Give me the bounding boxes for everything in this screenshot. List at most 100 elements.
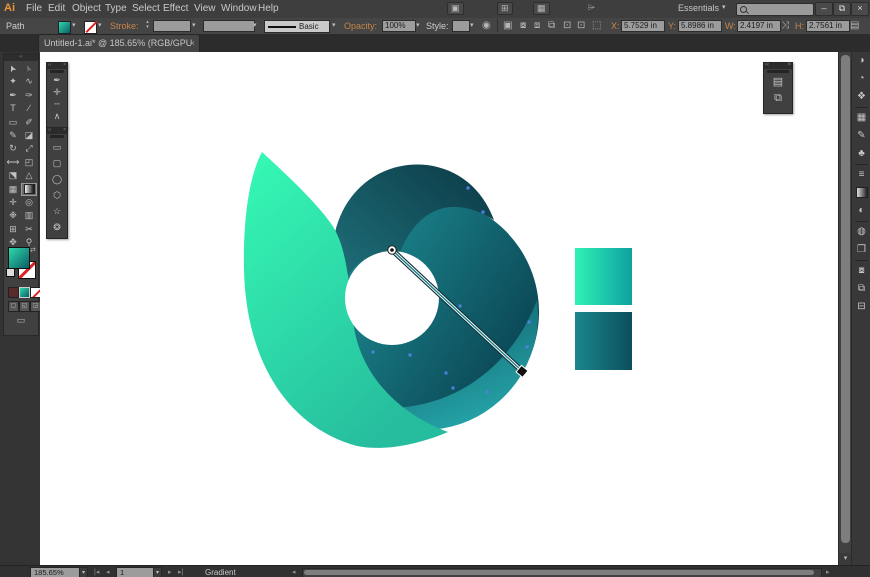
width-profile-field[interactable] bbox=[203, 20, 255, 32]
column-graph-tool[interactable]: ▥ bbox=[21, 209, 37, 222]
stroke-weight-stepper[interactable]: ▴▾ bbox=[144, 20, 151, 31]
pen-tool[interactable]: ✒ bbox=[5, 89, 21, 102]
perspective-grid-tool[interactable]: △ bbox=[21, 169, 37, 182]
style-dropdown-icon[interactable]: ▾ bbox=[470, 21, 474, 29]
workspace-dropdown-icon[interactable]: ▾ bbox=[722, 3, 726, 11]
layers-panel-icon[interactable]: ⧉ bbox=[852, 280, 870, 298]
color-guide-panel-icon[interactable]: ◔ bbox=[852, 70, 870, 88]
tools-panel-grip[interactable]: ‹‹ bbox=[4, 54, 38, 61]
star-tool[interactable]: ☆ bbox=[47, 203, 67, 219]
eyedropper-tool[interactable]: ✛ bbox=[5, 196, 21, 209]
color-panel-icon[interactable]: ◑ bbox=[852, 52, 870, 70]
tearoff-header[interactable]: ‹‹ × bbox=[47, 63, 67, 69]
graphic-styles-panel-icon[interactable]: ❒ bbox=[852, 241, 870, 259]
vertical-scrollbar-thumb[interactable] bbox=[841, 55, 850, 543]
symbols-panel-icon[interactable]: ♣ bbox=[852, 145, 870, 163]
rounded-rectangle-tool[interactable]: ▢ bbox=[47, 155, 67, 171]
close-icon[interactable]: × bbox=[63, 63, 66, 68]
menu-select[interactable]: Select bbox=[132, 3, 160, 14]
stroke-weight-field[interactable] bbox=[153, 20, 191, 32]
next-artboard-icon[interactable]: ▸ bbox=[168, 568, 172, 576]
close-icon[interactable]: × bbox=[63, 128, 66, 133]
blend-tool[interactable]: ◎ bbox=[21, 196, 37, 209]
selection-tool[interactable]: ➤ bbox=[5, 62, 21, 75]
brush-dropdown-icon[interactable]: ▾ bbox=[332, 21, 336, 29]
width-profile-dropdown-icon[interactable]: ▾ bbox=[253, 21, 257, 29]
recolor-artwork-icon[interactable]: ◉ bbox=[482, 20, 491, 32]
stroke-weight-dropdown-icon[interactable]: ▾ bbox=[192, 21, 196, 29]
select-similar-icon[interactable]: ▣ bbox=[503, 20, 512, 32]
artboard-tool[interactable]: ⊞ bbox=[5, 223, 21, 236]
color-button[interactable] bbox=[8, 287, 19, 298]
pattern-options-panel-icon[interactable]: ❖ bbox=[852, 88, 870, 106]
collapse-icon[interactable]: ‹‹ bbox=[48, 127, 51, 133]
tearoff-header[interactable]: ‹‹× bbox=[764, 63, 792, 69]
tearoff-grip[interactable] bbox=[50, 70, 64, 73]
artboards-panel-icon[interactable]: ⧇ bbox=[852, 262, 870, 280]
gradient-button[interactable] bbox=[19, 287, 30, 298]
last-artboard-icon[interactable]: ▸| bbox=[178, 568, 183, 576]
panel-tool-a-icon[interactable]: ▤ bbox=[764, 74, 792, 90]
menu-help[interactable]: Help bbox=[258, 3, 279, 14]
menu-view[interactable]: View bbox=[194, 3, 216, 14]
app-logo-icon[interactable]: Ai bbox=[4, 2, 15, 14]
pen-tool[interactable]: ✒ bbox=[47, 74, 67, 86]
collapse-icon[interactable]: ‹‹ bbox=[48, 62, 51, 68]
flare-tool[interactable]: ❂ bbox=[47, 219, 67, 235]
panel-menu-icon[interactable]: ▤ bbox=[850, 20, 859, 32]
align-icon-b[interactable]: ⧈ bbox=[534, 20, 540, 32]
restore-button[interactable]: ⧉ bbox=[833, 2, 851, 16]
stroke-weight-label[interactable]: Stroke: bbox=[110, 21, 139, 31]
fill-swatch[interactable] bbox=[8, 247, 30, 269]
collapse-icon[interactable]: ‹‹ bbox=[765, 62, 769, 68]
align-icon-a[interactable]: ⧇ bbox=[520, 20, 526, 32]
gradient-panel-icon[interactable] bbox=[852, 184, 870, 202]
appearance-panel-icon[interactable]: ◍ bbox=[852, 223, 870, 241]
opacity-label[interactable]: Opacity: bbox=[344, 21, 377, 31]
transparency-panel-icon[interactable]: ◐ bbox=[852, 202, 870, 220]
gradient-tool[interactable] bbox=[21, 183, 37, 196]
ellipse-tool[interactable]: ◯ bbox=[47, 171, 67, 187]
delete-anchor-point-tool[interactable]: ╌ bbox=[47, 98, 67, 110]
anchor-point-tool[interactable]: ∧ bbox=[47, 110, 67, 122]
menu-file[interactable]: File bbox=[26, 3, 42, 14]
scale-tool[interactable]: ⤢ bbox=[21, 142, 37, 155]
isolate-icon-a[interactable]: ⊡ bbox=[563, 20, 571, 32]
workspace-select[interactable]: Essentials bbox=[678, 3, 719, 13]
w-field[interactable]: 2.4197 in bbox=[737, 20, 781, 32]
previous-artboard-icon[interactable]: ◂ bbox=[106, 568, 110, 576]
pencil-tool[interactable]: ✎ bbox=[5, 129, 21, 142]
tearoff-header[interactable]: ‹‹ × bbox=[47, 128, 67, 134]
search-input[interactable] bbox=[736, 3, 814, 16]
rectangle-tool[interactable]: ▭ bbox=[5, 116, 21, 129]
shape-builder-tool[interactable]: ⬔ bbox=[5, 169, 21, 182]
document-tab[interactable]: Untitled-1.ai* @ 185.65% (RGB/GPU Previe… bbox=[38, 34, 200, 53]
bridge-icon[interactable]: ▣ bbox=[447, 2, 464, 15]
x-field[interactable]: 5.7529 in bbox=[621, 20, 665, 32]
stroke-dropdown-icon[interactable]: ▾ bbox=[98, 21, 102, 29]
rotate-tool[interactable]: ↻ bbox=[5, 142, 21, 155]
tearoff-grip[interactable] bbox=[767, 70, 789, 73]
menu-window[interactable]: Window bbox=[221, 3, 257, 14]
scroll-right-icon[interactable]: ▸ bbox=[826, 568, 830, 576]
gradient-square-light[interactable] bbox=[575, 248, 632, 305]
add-anchor-point-tool[interactable]: ✛ bbox=[47, 86, 67, 98]
vertical-scrollbar[interactable]: ▾ bbox=[838, 52, 852, 565]
canvas[interactable]: ‹‹× ✒ ✛ ╌ ∧ ‹‹× ▭ ▢ ◯ ⬡ ☆ ❂ ‹‹× ▤ ⧉ bbox=[40, 52, 838, 565]
menu-effect[interactable]: Effect bbox=[163, 3, 188, 14]
horizontal-scrollbar[interactable] bbox=[302, 568, 822, 577]
y-field[interactable]: 5.8986 in bbox=[678, 20, 722, 32]
isolate-icon-b[interactable]: ⊡ bbox=[577, 20, 585, 32]
curvature-tool[interactable]: ✑ bbox=[21, 89, 37, 102]
asset-export-panel-icon[interactable]: ⊟ bbox=[852, 298, 870, 316]
opacity-dropdown-icon[interactable]: ▾ bbox=[416, 21, 420, 29]
link-dimensions-icon[interactable]: ⤨ bbox=[781, 20, 789, 32]
workspace-switcher-icon[interactable]: ▦ bbox=[533, 2, 550, 15]
draw-behind-button[interactable]: ◱ bbox=[19, 301, 30, 312]
artboard-number-field[interactable]: 1 bbox=[116, 567, 154, 577]
rectangle-tool[interactable]: ▭ bbox=[47, 139, 67, 155]
minimize-button[interactable]: – bbox=[815, 2, 833, 16]
transform-grid-icon[interactable]: ⬚ bbox=[592, 20, 601, 32]
eraser-tool[interactable]: ◪ bbox=[21, 129, 37, 142]
width-tool[interactable]: ⟷ bbox=[5, 156, 21, 169]
